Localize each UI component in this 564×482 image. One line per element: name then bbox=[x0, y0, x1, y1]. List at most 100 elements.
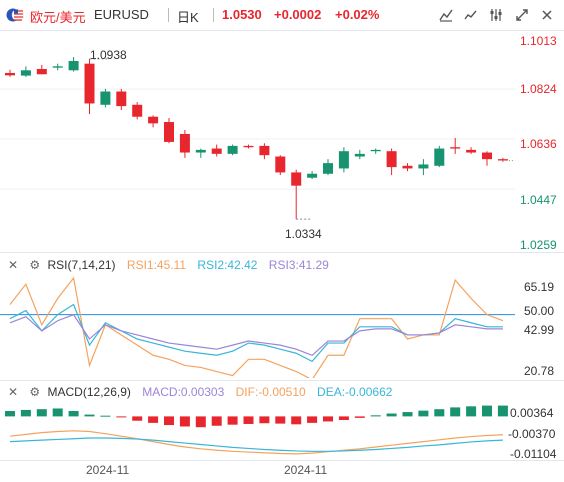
last-price: 1.0530 bbox=[222, 7, 262, 22]
macd-bar bbox=[5, 411, 15, 417]
header-separator bbox=[168, 8, 169, 22]
rsi-axis-label: 65.19 bbox=[524, 280, 555, 294]
candle-body bbox=[370, 149, 381, 152]
candle-body bbox=[52, 66, 63, 68]
macd-bar bbox=[338, 416, 349, 420]
header-separator bbox=[213, 8, 214, 22]
settings-icon[interactable]: ⚙ bbox=[29, 385, 40, 399]
macd-bar bbox=[243, 416, 254, 424]
dea-value-label: DEA:-0.00662 bbox=[317, 385, 393, 399]
macd-bar bbox=[52, 408, 63, 417]
candle-body bbox=[402, 165, 413, 169]
candle-body bbox=[354, 153, 365, 157]
macd-bar bbox=[402, 412, 413, 417]
macd-value-label: MACD:0.00303 bbox=[142, 385, 225, 399]
candle-body bbox=[434, 148, 445, 166]
macd-axis-label: -0.00370 bbox=[508, 427, 556, 441]
dea-line bbox=[9, 437, 503, 452]
candle-body bbox=[466, 149, 477, 153]
macd-bar bbox=[497, 405, 508, 417]
dif-line bbox=[9, 430, 503, 455]
candle-body bbox=[116, 91, 127, 107]
eu-us-flag-icon bbox=[6, 6, 25, 24]
rsi-axis-label: 20.78 bbox=[524, 364, 555, 378]
candle-body bbox=[179, 133, 190, 153]
price-change: +0.0002 bbox=[274, 7, 322, 22]
macd-bar bbox=[179, 416, 190, 427]
macd-title: MACD(12,26,9) bbox=[47, 385, 131, 399]
symbol-code[interactable]: EURUSD bbox=[94, 7, 149, 22]
candle-body bbox=[100, 91, 111, 105]
rsi-axis-label: 42.99 bbox=[524, 323, 555, 337]
candle-body bbox=[338, 151, 349, 169]
candle-body bbox=[307, 173, 318, 178]
candle-body bbox=[418, 164, 429, 169]
candle-body bbox=[5, 72, 15, 76]
timeframe-selector[interactable]: 日K bbox=[177, 7, 199, 26]
macd-bar bbox=[132, 416, 143, 421]
macd-bar bbox=[116, 416, 127, 418]
macd-bar bbox=[227, 416, 238, 425]
candle-body bbox=[148, 116, 159, 124]
macd-bar bbox=[386, 413, 397, 417]
macd-header: ✕ ⚙ MACD(12,26,9) MACD:0.00303 DIF:-0.00… bbox=[8, 385, 392, 399]
settings-icon[interactable] bbox=[486, 6, 506, 24]
macd-bar bbox=[450, 407, 461, 417]
x-axis-label: 2024-11 bbox=[86, 463, 130, 477]
macd-bar bbox=[275, 416, 286, 424]
rsi-axis-label: 50.00 bbox=[524, 304, 555, 318]
macd-bar bbox=[323, 416, 333, 422]
candle-body bbox=[291, 172, 302, 186]
chart-header: 欧元/美元 EURUSD 日K 1.0530 +0.0002 +0.02% bbox=[0, 0, 564, 31]
price-axis-label: 1.0824 bbox=[520, 82, 557, 96]
rsi-line-rsi1 bbox=[9, 276, 504, 378]
macd-bar bbox=[195, 416, 206, 428]
macd-bar bbox=[211, 416, 222, 426]
x-axis-label: 2024-11 bbox=[284, 463, 328, 477]
macd-bar bbox=[370, 415, 381, 417]
draw-icon[interactable] bbox=[436, 6, 456, 24]
candle-body bbox=[227, 145, 238, 154]
candle-body bbox=[164, 122, 174, 142]
price-change-percent: +0.02% bbox=[335, 7, 380, 22]
candle-body bbox=[259, 145, 270, 156]
macd-chart[interactable] bbox=[0, 398, 515, 460]
macd-axis-label: -0.01104 bbox=[510, 447, 557, 461]
price-axis-label: 1.1013 bbox=[520, 34, 557, 48]
macd-bar bbox=[466, 406, 477, 417]
macd-bar bbox=[482, 405, 492, 417]
panel-divider bbox=[0, 460, 564, 461]
macd-axis-label: 0.00364 bbox=[510, 406, 554, 420]
panel-divider bbox=[0, 252, 564, 253]
candle-body bbox=[386, 151, 397, 168]
indicator-icon[interactable] bbox=[461, 6, 481, 24]
candle-body bbox=[36, 68, 47, 75]
macd-bar bbox=[307, 416, 318, 423]
collapse-icon[interactable]: ✕ bbox=[8, 385, 18, 399]
expand-icon[interactable] bbox=[512, 6, 532, 24]
candle-body bbox=[84, 63, 95, 104]
macd-bar bbox=[434, 409, 445, 417]
price-axis-label: 1.0447 bbox=[520, 193, 557, 207]
close-icon[interactable] bbox=[537, 6, 557, 24]
price-axis-label: 1.0259 bbox=[520, 238, 557, 252]
rsi-chart[interactable] bbox=[0, 270, 515, 378]
candle-body bbox=[195, 149, 206, 153]
macd-bar bbox=[291, 416, 302, 425]
candle-body bbox=[20, 70, 31, 76]
candlestick-chart[interactable] bbox=[0, 31, 515, 251]
macd-bar bbox=[418, 410, 429, 417]
candle-body bbox=[68, 61, 79, 71]
macd-bar bbox=[354, 416, 365, 418]
low-annotation: 1.0334 bbox=[285, 227, 322, 241]
macd-bar bbox=[259, 416, 270, 424]
symbol-name-cn[interactable]: 欧元/美元 bbox=[30, 7, 86, 26]
macd-bar bbox=[84, 414, 95, 417]
candle-body bbox=[275, 156, 286, 173]
candle-body bbox=[323, 163, 333, 174]
macd-bar bbox=[100, 415, 111, 417]
candle-body bbox=[243, 145, 254, 148]
macd-bar bbox=[68, 411, 79, 417]
candle-body bbox=[132, 104, 143, 117]
candle-body bbox=[450, 147, 461, 149]
